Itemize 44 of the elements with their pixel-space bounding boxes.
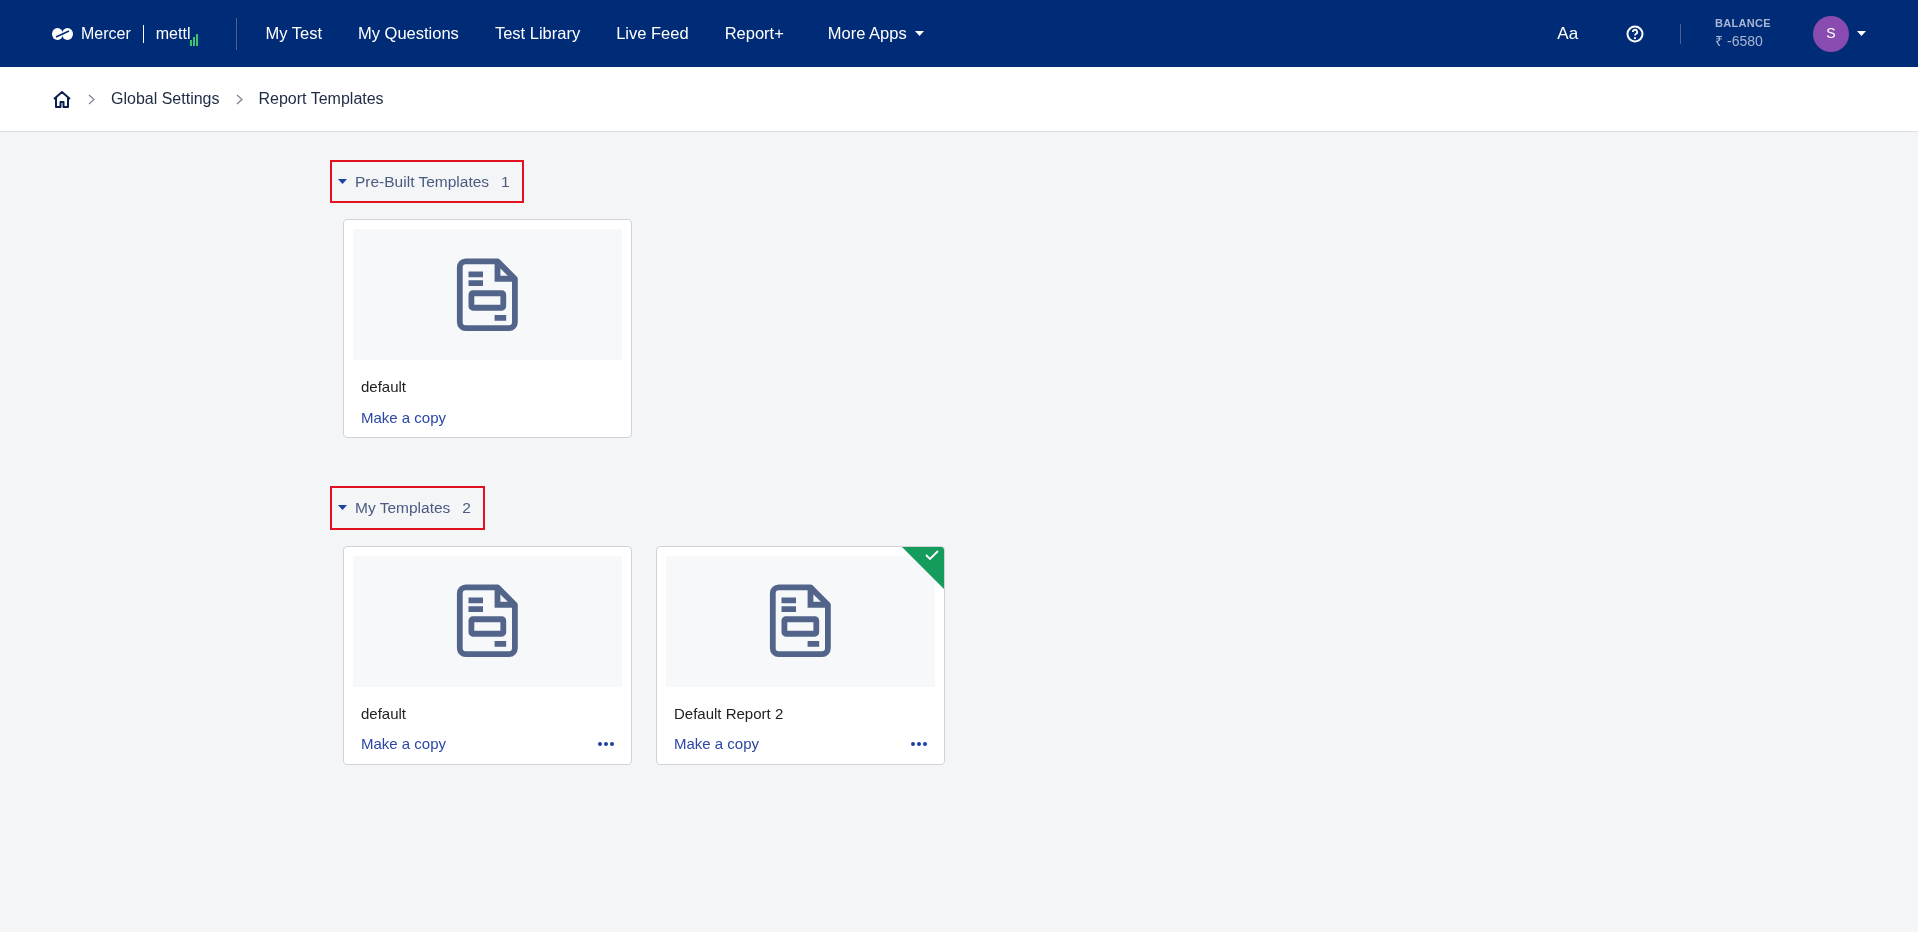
template-name: Default Report 2: [673, 703, 785, 724]
make-copy-link[interactable]: Make a copy: [353, 406, 455, 430]
more-options-button[interactable]: [911, 742, 927, 747]
more-options-button[interactable]: [598, 742, 614, 747]
nav-link[interactable]: My Questions: [358, 17, 459, 50]
selected-check-icon: [902, 546, 944, 589]
caret-icon: [338, 505, 347, 511]
brand-name: Mercer: [81, 23, 131, 44]
breadcrumb-item[interactable]: Global Settings: [111, 87, 220, 111]
chevron-icon: [88, 93, 95, 105]
avatar-button[interactable]: S: [1813, 15, 1849, 52]
section-toggle[interactable]: Pre-Built Templates 1: [330, 160, 524, 204]
make-copy-link[interactable]: Make a copy: [353, 733, 455, 756]
breadcrumb-item: Report Templates: [258, 89, 384, 109]
logo-mark-icon: [52, 27, 73, 40]
nav-link[interactable]: Live Feed: [616, 17, 689, 50]
more-icon: [911, 742, 927, 747]
template-card[interactable]: Default Report 2 Make a copy: [656, 545, 945, 765]
template-name: default: [360, 703, 408, 724]
more-icon: [598, 742, 614, 747]
help-icon: [1626, 24, 1645, 43]
home-icon: [52, 90, 72, 108]
document-icon: [454, 257, 521, 333]
template-card[interactable]: default Make a copy: [343, 219, 632, 439]
nav-link[interactable]: My Test: [265, 17, 322, 50]
make-copy-link[interactable]: Make a copy: [666, 733, 768, 756]
nav-link[interactable]: Test Library: [494, 17, 581, 50]
template-card[interactable]: default Make a copy: [343, 545, 632, 765]
document-icon: [454, 583, 521, 659]
template-name: default: [360, 377, 408, 398]
bar-chart-icon: [190, 33, 199, 46]
nav-link[interactable]: More Apps: [827, 17, 924, 50]
home-link[interactable]: [52, 90, 72, 108]
font-size-button[interactable]: Aa: [1557, 16, 1579, 51]
document-icon: [767, 583, 834, 659]
section-toggle[interactable]: My Templates 2: [330, 486, 485, 530]
caret-icon: [1857, 31, 1866, 36]
chevron-icon: [235, 93, 243, 105]
caret-icon: [914, 31, 924, 36]
nav-link[interactable]: Report+: [724, 17, 784, 50]
brand-name: mettl: [155, 23, 191, 44]
balance-label: BALANCE: [1715, 15, 1771, 31]
caret-icon: [338, 179, 347, 185]
balance-value: ₹ -6580: [1715, 32, 1764, 52]
